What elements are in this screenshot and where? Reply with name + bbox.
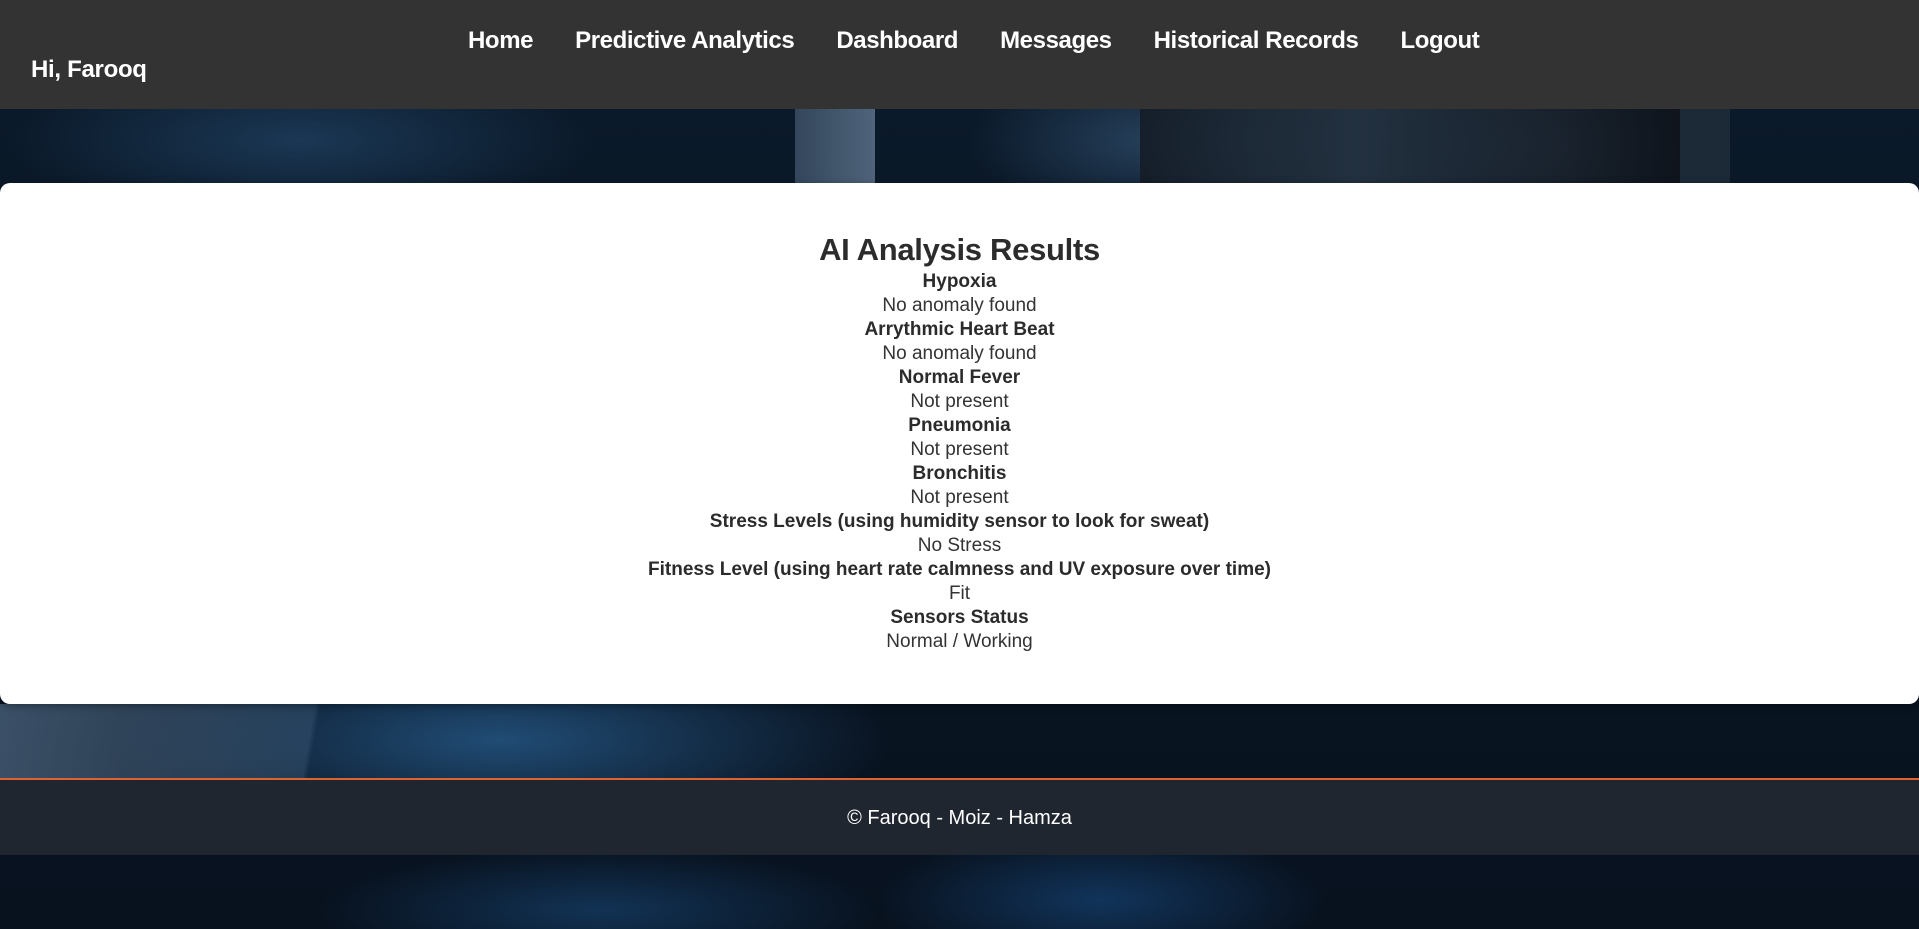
page-footer: © Farooq - Moiz - Hamza <box>0 778 1919 855</box>
nav-link-messages[interactable]: Messages <box>1000 26 1112 56</box>
result-label-stress-levels: Stress Levels (using humidity sensor to … <box>709 511 1210 532</box>
result-label-fitness-level: Fitness Level (using heart rate calmness… <box>648 559 1271 580</box>
result-value-fitness-level: Fit <box>948 583 971 604</box>
results-card: AI Analysis Results Hypoxia No anomaly f… <box>0 183 1919 704</box>
result-value-stress-levels: No Stress <box>917 535 1002 556</box>
nav-link-predictive-analytics[interactable]: Predictive Analytics <box>575 26 795 56</box>
nav-link-home[interactable]: Home <box>468 26 533 56</box>
result-value-bronchitis: Not present <box>910 487 1009 508</box>
page-title: AI Analysis Results <box>819 232 1100 267</box>
result-label-normal-fever: Normal Fever <box>898 367 1021 388</box>
result-label-pneumonia: Pneumonia <box>908 415 1011 436</box>
background-decor <box>0 704 560 778</box>
result-value-pneumonia: Not present <box>910 439 1009 460</box>
nav-link-logout[interactable]: Logout <box>1401 26 1480 56</box>
result-label-bronchitis: Bronchitis <box>912 463 1007 484</box>
result-value-normal-fever: Not present <box>910 391 1009 412</box>
background-decor <box>1140 109 1680 184</box>
user-greeting: Hi, Farooq <box>31 56 147 83</box>
top-navbar: Hi, Farooq Home Predictive Analytics Das… <box>0 0 1919 109</box>
footer-credits: © Farooq - Moiz - Hamza <box>847 807 1072 829</box>
result-value-arrythmic-heart-beat: No anomaly found <box>882 343 1037 364</box>
background-decor <box>795 109 875 184</box>
background-decor <box>1680 109 1730 184</box>
nav-link-historical-records[interactable]: Historical Records <box>1154 26 1359 56</box>
result-label-hypoxia: Hypoxia <box>922 271 997 292</box>
result-value-sensors-status: Normal / Working <box>886 631 1033 652</box>
result-value-hypoxia: No anomaly found <box>882 295 1037 316</box>
main-nav: Home Predictive Analytics Dashboard Mess… <box>468 26 1480 56</box>
results-list: Hypoxia No anomaly found Arrythmic Heart… <box>0 270 1919 654</box>
result-label-sensors-status: Sensors Status <box>890 607 1029 628</box>
result-label-arrythmic-heart-beat: Arrythmic Heart Beat <box>864 319 1055 340</box>
nav-link-dashboard[interactable]: Dashboard <box>836 26 958 56</box>
